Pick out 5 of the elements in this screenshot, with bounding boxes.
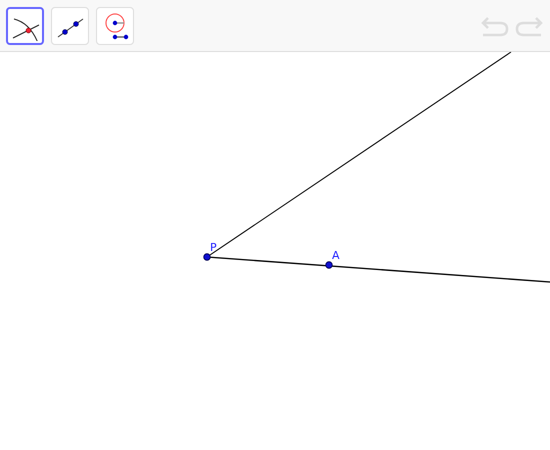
- tool-button[interactable]: [6, 6, 44, 44]
- point-label: P: [210, 241, 217, 254]
- point[interactable]: [325, 261, 333, 269]
- point-label: A: [332, 249, 340, 262]
- point[interactable]: [203, 253, 211, 261]
